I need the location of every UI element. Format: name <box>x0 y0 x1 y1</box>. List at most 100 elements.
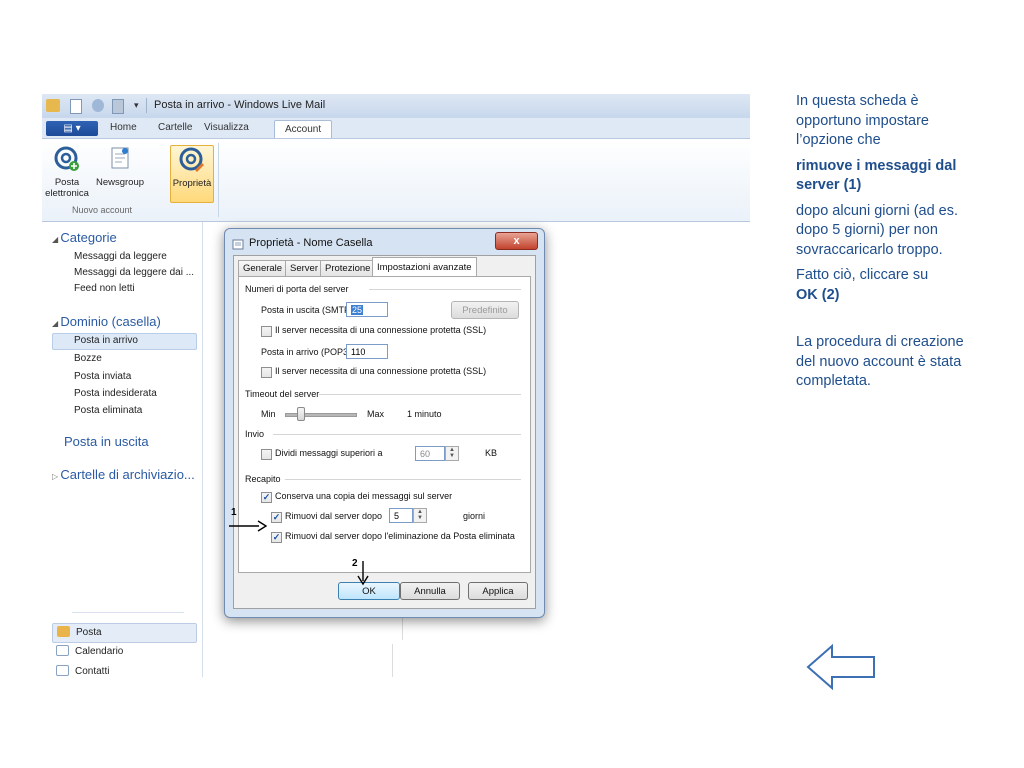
ribbon-group-separator <box>218 143 219 217</box>
properties-dialog: Proprietà - Nome Casella x Generale Serv… <box>224 228 545 618</box>
pop3-port-label: Posta in arrivo (POP3): <box>261 347 354 357</box>
remove-on-delete-label: Rimuovi dal server dopo l'eliminazione d… <box>285 531 515 541</box>
remove-days-input[interactable]: 5 <box>389 508 413 523</box>
section-delivery: Recapito <box>245 474 281 484</box>
smtp-port-label: Posta in uscita (SMTP): <box>261 305 356 315</box>
instruction-text: In questa scheda è opportuno impostare l… <box>796 92 976 398</box>
nav-mail[interactable]: Posta <box>52 623 197 643</box>
instruction-p3: dopo alcuni giorni (ad es. dopo 5 giorni… <box>796 202 959 258</box>
annotation-number-1: 1 <box>231 507 237 518</box>
timeout-slider-thumb[interactable] <box>297 407 305 421</box>
smtp-port-input[interactable]: 25 <box>346 302 388 317</box>
pane-divider <box>392 644 393 677</box>
dialog-properties-icon <box>232 237 244 250</box>
tab-home[interactable]: Home <box>110 122 137 133</box>
reply-icon[interactable] <box>92 99 104 112</box>
tab-cartelle[interactable]: Cartelle <box>158 122 192 133</box>
close-icon: x <box>513 235 520 247</box>
annotation-arrow-1 <box>229 520 268 532</box>
nav-mail-label: Posta <box>76 627 102 638</box>
send-receive-icon[interactable] <box>112 99 124 114</box>
split-messages-checkbox[interactable] <box>261 449 272 460</box>
tab-generale[interactable]: Generale <box>238 260 288 277</box>
tab-protezione[interactable]: Protezione <box>320 260 376 277</box>
advanced-settings-panel: Numeri di porta del server Posta in usci… <box>238 276 531 573</box>
folder-pane: ◢ Categorie Messaggi da leggere Messaggi… <box>42 222 203 677</box>
folder-junk[interactable]: Posta indesiderata <box>74 388 157 399</box>
tab-account[interactable]: Account <box>274 120 333 138</box>
title-bar: ▾ Posta in arrivo - Windows Live Mail <box>42 94 750 119</box>
ribbon-tabs: ▤ ▾ Home Cartelle Visualizza Account <box>42 118 750 139</box>
contacts-icon <box>56 665 69 676</box>
split-size-input[interactable]: 60 <box>415 446 445 461</box>
newsgroup-button[interactable]: Newsgroup <box>94 145 146 201</box>
nav-calendar[interactable]: Calendario <box>52 643 195 661</box>
folder-outbox[interactable]: Posta in uscita <box>64 434 149 449</box>
split-size-spinner[interactable]: ▲ ▼ <box>445 446 459 461</box>
categories-header[interactable]: ◢ Categorie <box>52 230 117 245</box>
pop3-ssl-checkbox[interactable] <box>261 367 272 378</box>
pop3-ssl-label: Il server necessita di una connessione p… <box>275 366 487 376</box>
tab-visualizza[interactable]: Visualizza <box>204 122 249 133</box>
timeout-max-label: Max <box>367 409 385 419</box>
properties-label: Proprietà <box>172 178 212 189</box>
dialog-title: Proprietà - Nome Casella <box>249 237 373 249</box>
quick-access-dropdown-icon[interactable]: ▾ <box>134 100 139 111</box>
section-send: Invio <box>245 429 265 439</box>
email-account-button[interactable]: Posta elettronica <box>44 145 90 201</box>
remove-after-checkbox[interactable]: ✓ <box>271 512 282 523</box>
instruction-p2: rimuove i messaggi dal server (1) <box>796 157 976 196</box>
folder-unread[interactable]: Messaggi da leggere <box>74 251 167 262</box>
folder-deleted[interactable]: Posta eliminata <box>74 405 142 416</box>
remove-on-delete-checkbox[interactable]: ✓ <box>271 532 282 543</box>
new-message-icon[interactable] <box>70 99 82 114</box>
folder-sent[interactable]: Posta inviata <box>74 371 131 382</box>
account-header-label: Dominio (casella) <box>60 314 161 329</box>
newsgroup-icon <box>106 145 134 173</box>
back-arrow-icon[interactable] <box>806 644 878 690</box>
categories-header-label: Categorie <box>60 230 117 245</box>
timeout-slider[interactable] <box>285 413 357 417</box>
timeout-min-label: Min <box>261 409 276 419</box>
tab-server[interactable]: Server <box>285 260 323 277</box>
instruction-p4: Fatto ciò, cliccare su OK (2) <box>796 266 976 305</box>
section-divider <box>319 394 521 395</box>
ribbon-group-name: Nuovo account <box>72 205 133 215</box>
pop3-port-input[interactable]: 110 <box>346 344 388 359</box>
tab-impostazioni-avanzate[interactable]: Impostazioni avanzate <box>372 257 477 277</box>
nav-contacts[interactable]: Contatti <box>52 663 195 677</box>
keep-copy-checkbox[interactable]: ✓ <box>261 492 272 503</box>
timeout-value: 1 minuto <box>407 409 442 419</box>
folder-unread-feeds[interactable]: Feed non letti <box>74 283 135 294</box>
folder-inbox[interactable]: Posta in arrivo <box>74 335 138 346</box>
smtp-ssl-checkbox[interactable] <box>261 326 272 337</box>
close-button[interactable]: x <box>495 232 538 250</box>
newsgroup-label: Newsgroup <box>95 177 145 188</box>
folder-unread-contacts[interactable]: Messaggi da leggere dai ... <box>74 267 194 278</box>
smtp-port-value: 25 <box>351 305 364 315</box>
keep-copy-label: Conserva una copia dei messaggi sul serv… <box>275 491 453 501</box>
default-button[interactable]: Predefinito <box>451 301 519 319</box>
section-divider <box>273 434 521 435</box>
window-title: Posta in arrivo - Windows Live Mail <box>154 99 326 111</box>
ribbon: Posta elettronica Newsgroup Proprietà Nu… <box>42 139 750 222</box>
smtp-ssl-label: Il server necessita di una connessione p… <box>275 325 487 335</box>
email-account-label: Posta elettronica <box>45 177 89 199</box>
section-server-ports: Numeri di porta del server <box>245 284 349 294</box>
app-icon <box>46 99 60 112</box>
remove-days-spinner[interactable]: ▲ ▼ <box>413 508 427 523</box>
archive-folders[interactable]: ▷ Cartelle di archiviazio... <box>52 467 195 482</box>
folder-drafts[interactable]: Bozze <box>74 353 102 364</box>
instruction-p1: In questa scheda è opportuno impostare l… <box>796 93 929 148</box>
remove-after-label: Rimuovi dal server dopo <box>285 511 383 521</box>
section-divider <box>369 289 521 290</box>
apply-button[interactable]: Applica <box>468 582 528 600</box>
cancel-button[interactable]: Annulla <box>400 582 460 600</box>
account-header[interactable]: ◢ Dominio (casella) <box>52 314 161 329</box>
file-menu-button[interactable]: ▤ ▾ <box>46 121 98 136</box>
properties-button[interactable]: Proprietà <box>170 145 214 203</box>
nav-contacts-label: Contatti <box>75 666 110 677</box>
remove-days-unit: giorni <box>463 511 486 521</box>
section-divider <box>285 479 521 480</box>
split-size-unit: KB <box>485 448 498 458</box>
